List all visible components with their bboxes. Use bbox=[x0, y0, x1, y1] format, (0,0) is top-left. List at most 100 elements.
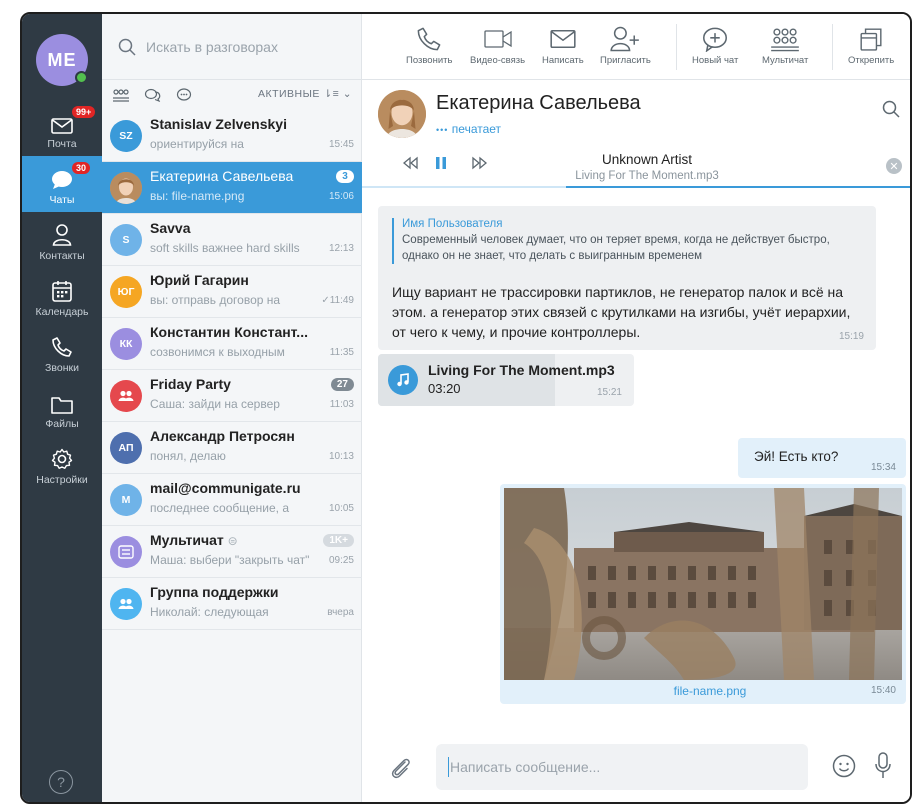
chat-preview: вы: отправь договор на bbox=[150, 293, 281, 307]
chat-preview: Саша: зайди на сервер bbox=[150, 397, 280, 411]
player-artist: Unknown Artist bbox=[601, 152, 693, 167]
group-filter-icon[interactable] bbox=[112, 88, 130, 102]
mail-icon bbox=[550, 29, 576, 49]
avatar: АП bbox=[110, 432, 142, 464]
chat-item-support-group[interactable]: Группа поддержки Николай: следующая вчер… bbox=[102, 578, 362, 630]
avatar bbox=[110, 380, 142, 412]
search-bar[interactable]: Искать в разговорах bbox=[102, 14, 362, 80]
emoji-icon[interactable] bbox=[832, 754, 856, 778]
chat-preview: Николай: следующая bbox=[150, 605, 269, 619]
image-message[interactable]: file-name.png 15:40 bbox=[500, 484, 906, 704]
close-player-button[interactable]: ✕ bbox=[886, 158, 902, 174]
player-progress-fill bbox=[362, 186, 567, 188]
new-chat-button[interactable]: Новый чат bbox=[692, 26, 738, 66]
write-button[interactable]: Написать bbox=[542, 26, 584, 66]
rail-item-contacts[interactable]: Контакты bbox=[22, 212, 102, 268]
chat-name: Savva bbox=[150, 220, 191, 236]
invite-label: Пригласить bbox=[600, 55, 651, 66]
chat-list-panel: Искать в разговорах АКТИВНЫЕ ⇂≡ ⌄ SZ Sta… bbox=[102, 14, 362, 802]
rail-item-chats[interactable]: Чаты 30 bbox=[22, 156, 102, 212]
rail-item-calendar[interactable]: Календарь bbox=[22, 268, 102, 324]
audio-player-bar: Unknown Artist Living For The Moment.mp3… bbox=[362, 142, 910, 188]
chat-filter-icon[interactable] bbox=[176, 88, 192, 102]
calendar-icon bbox=[52, 281, 72, 302]
help-icon: ? bbox=[57, 774, 65, 790]
incoming-message[interactable]: Имя Пользователя Современный человек дум… bbox=[378, 206, 876, 350]
file-name-link[interactable]: file-name.png bbox=[500, 684, 910, 698]
chat-preview: Маша: выбери "закрыть чат" bbox=[150, 553, 310, 567]
chat-item-savva[interactable]: S Savva soft skills важнее hard skills 1… bbox=[102, 214, 362, 266]
gear-icon bbox=[51, 448, 73, 469]
write-label: Написать bbox=[542, 55, 584, 66]
search-input[interactable]: Искать в разговорах bbox=[146, 39, 278, 55]
chats-unread-badge: 30 bbox=[72, 162, 91, 174]
outgoing-message[interactable]: Эй! Есть кто? 15:34 bbox=[738, 438, 906, 478]
message-time: 15:34 bbox=[870, 462, 896, 473]
audio-message[interactable]: Living For The Moment.mp3 03:20 15:21 bbox=[378, 354, 634, 406]
portrait-avatar-icon bbox=[378, 90, 426, 138]
rail-item-label: Настройки bbox=[36, 474, 88, 486]
mail-unread-badge: 99+ bbox=[72, 106, 96, 118]
multichat-label: Мультичат bbox=[762, 55, 809, 66]
avatar bbox=[110, 536, 142, 568]
message-input[interactable] bbox=[436, 744, 808, 790]
chat-item-mail-communigate[interactable]: M mail@communigate.ru последнее сообщени… bbox=[102, 474, 362, 526]
quote-text: Современный человек думает, что он теряе… bbox=[402, 234, 830, 262]
chat-bubble-icon bbox=[52, 171, 72, 189]
video-camera-icon bbox=[483, 30, 512, 48]
chat-preview: вы: file-name.png bbox=[150, 189, 245, 203]
rail-item-label: Файлы bbox=[45, 418, 79, 430]
microphone-icon[interactable] bbox=[874, 752, 892, 780]
chat-time: 12:13 bbox=[328, 243, 354, 254]
message-composer bbox=[362, 732, 910, 802]
close-icon: ✕ bbox=[889, 160, 899, 173]
active-filter-dropdown[interactable]: АКТИВНЫЕ ⇂≡ ⌄ bbox=[258, 88, 352, 100]
contact-avatar[interactable] bbox=[378, 90, 426, 138]
play-audio-button[interactable] bbox=[388, 365, 418, 395]
rail-item-files[interactable]: Файлы bbox=[22, 380, 102, 436]
quoted-message[interactable]: Имя Пользователя Современный человек дум… bbox=[392, 218, 852, 264]
help-button[interactable]: ? bbox=[49, 770, 73, 794]
paperclip-icon[interactable] bbox=[390, 756, 412, 780]
invite-button[interactable]: Пригласить bbox=[600, 26, 651, 66]
phone-icon bbox=[52, 337, 72, 357]
rail-item-mail[interactable]: Почта 99+ bbox=[22, 100, 102, 156]
group-icon bbox=[118, 598, 134, 609]
chat-item-friday-party[interactable]: Friday Party Саша: зайди на сервер 11:03… bbox=[102, 370, 362, 422]
chat-item-alexander[interactable]: АП Александр Петросян понял, делаю 10:13 bbox=[102, 422, 362, 474]
chat-item-konstantin[interactable]: КК Константин Констант... созвонимся к в… bbox=[102, 318, 362, 370]
chat-filter-row: АКТИВНЫЕ ⇂≡ ⌄ bbox=[102, 80, 362, 110]
multichat-button[interactable]: Мультичат bbox=[762, 26, 808, 66]
search-icon[interactable] bbox=[882, 100, 900, 118]
quote-author: Имя Пользователя bbox=[402, 218, 503, 230]
video-label: Видео-связь bbox=[470, 55, 526, 66]
new-chat-icon bbox=[703, 27, 728, 52]
chat-item-ekaterina[interactable]: Екатерина Савельева вы: file-name.png 15… bbox=[102, 162, 362, 214]
user-avatar[interactable]: ME bbox=[36, 34, 88, 86]
call-button[interactable]: Позвонить bbox=[406, 26, 452, 66]
conversations-filter-icon[interactable] bbox=[144, 88, 162, 102]
chat-item-yuri[interactable]: ЮГ Юрий Гагарин вы: отправь договор на ✓… bbox=[102, 266, 362, 318]
online-status-dot bbox=[75, 71, 88, 84]
music-note-icon bbox=[397, 373, 409, 387]
navigation-rail: ME Почта 99+ Чаты 30 Контакты Календарь … bbox=[22, 14, 102, 802]
filter-label: АКТИВНЫЕ bbox=[257, 88, 320, 100]
rail-item-calls[interactable]: Звонки bbox=[22, 324, 102, 380]
rail-item-label: Почта bbox=[47, 138, 77, 150]
chat-name: Юрий Гагарин bbox=[150, 272, 249, 288]
audio-duration: 03:20 bbox=[428, 381, 461, 396]
rail-item-settings[interactable]: Настройки bbox=[22, 436, 102, 492]
chat-time: 11:03 bbox=[329, 399, 354, 410]
video-call-button[interactable]: Видео-связь bbox=[470, 26, 525, 66]
chat-preview: последнее сообщение, а bbox=[150, 501, 290, 515]
typing-status-text: печатает bbox=[451, 122, 502, 136]
message-text: Эй! Есть кто? bbox=[754, 449, 839, 464]
avatar: SZ bbox=[110, 120, 142, 152]
chat-item-multichat[interactable]: Мультичат ⊜ Маша: выбери "закрыть чат" 0… bbox=[102, 526, 362, 578]
rail-item-label: Звонки bbox=[45, 362, 79, 374]
chat-time: 09:25 bbox=[328, 555, 354, 566]
avatar: M bbox=[110, 484, 142, 516]
chat-item-stanislav[interactable]: SZ Stanislav Zelvenskyi ориентируйся на … bbox=[102, 110, 362, 162]
attached-image[interactable] bbox=[504, 488, 902, 680]
unpin-button[interactable]: Открепить bbox=[848, 26, 894, 66]
